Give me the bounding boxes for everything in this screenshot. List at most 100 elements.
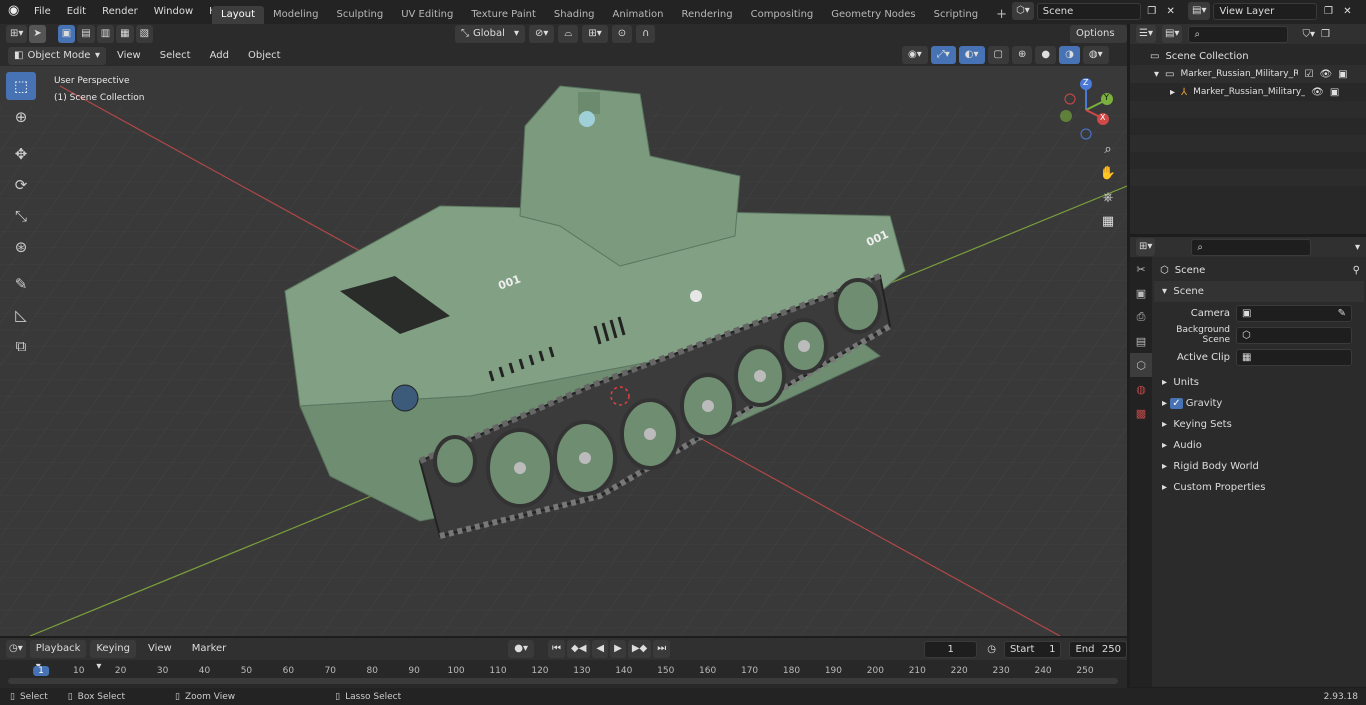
tab-scripting[interactable]: Scripting	[925, 6, 987, 24]
new-collection-icon[interactable]: ❐	[1321, 29, 1330, 40]
xray-icon[interactable]: ▢	[987, 46, 1009, 64]
camera-view-icon[interactable]: ⎈	[1098, 190, 1118, 214]
editor-type-icon[interactable]: ⊞▾	[6, 25, 28, 43]
outliner-root-row[interactable]: ▭ Scene Collection	[1130, 47, 1366, 65]
measure-tool-icon[interactable]: ◺	[6, 301, 36, 329]
falloff-icon[interactable]: ∩	[636, 25, 656, 43]
wireframe-shading-icon[interactable]: ⊕	[1011, 46, 1033, 64]
expand-chevron-icon[interactable]: ▸	[1170, 87, 1175, 98]
blender-logo-icon[interactable]: ◉	[8, 3, 24, 19]
select-tool-icon[interactable]: ➤	[29, 25, 46, 43]
timeline-scrollbar[interactable]	[8, 678, 1118, 684]
rotate-tool-icon[interactable]: ⟳	[6, 171, 36, 199]
material-shading-icon[interactable]: ◑	[1059, 46, 1080, 64]
scene-tab-icon[interactable]: ⬡	[1130, 353, 1152, 377]
delete-view-layer-icon[interactable]: ✕	[1339, 6, 1355, 17]
view-layer-tab-icon[interactable]: ▤	[1130, 329, 1152, 353]
options-dropdown[interactable]: Options ▾	[1070, 25, 1127, 57]
delete-scene-icon[interactable]: ✕	[1163, 6, 1179, 17]
viewport-menu-view[interactable]: View	[109, 46, 149, 66]
visibility-icon[interactable]: ◉▾	[902, 46, 928, 64]
overlay-icon[interactable]: ◐▾	[958, 46, 985, 64]
snap-icon[interactable]: ⌓	[558, 25, 579, 43]
display-mode-icon[interactable]: ▤▾	[1161, 25, 1183, 43]
gravity-checkbox[interactable]: ✓	[1170, 398, 1183, 409]
transform-orientation-dropdown[interactable]: ⤡ Global ▾	[455, 25, 525, 43]
tab-texture-paint[interactable]: Texture Paint	[462, 6, 545, 24]
tab-layout[interactable]: Layout	[212, 6, 264, 24]
select-subtract-icon[interactable]: ▥	[96, 25, 115, 43]
view-layer-field[interactable]: View Layer	[1213, 2, 1318, 20]
tab-geometry-nodes[interactable]: Geometry Nodes	[822, 6, 924, 24]
menu-window[interactable]: Window	[146, 2, 201, 22]
tab-uv-editing[interactable]: UV Editing	[392, 6, 462, 24]
tab-modeling[interactable]: Modeling	[264, 6, 328, 24]
pan-hand-icon[interactable]: ✋	[1098, 166, 1118, 190]
tab-animation[interactable]: Animation	[604, 6, 673, 24]
viewport-menu-select[interactable]: Select	[152, 46, 199, 66]
active-clip-field[interactable]: ▦	[1236, 348, 1352, 366]
menu-edit[interactable]: Edit	[59, 2, 94, 22]
camera-icon[interactable]: ▣	[1330, 87, 1339, 98]
units-panel-header[interactable]: ▸ Units	[1154, 372, 1364, 393]
select-intersect-icon[interactable]: ▧	[135, 25, 154, 43]
background-scene-field[interactable]: ⬡	[1236, 326, 1352, 344]
viewport-menu-add[interactable]: Add	[202, 46, 237, 66]
transform-tool-icon[interactable]: ⊛	[6, 233, 36, 261]
menu-render[interactable]: Render	[94, 2, 146, 22]
object-mode-dropdown[interactable]: ◧ Object Mode ▾	[8, 47, 106, 65]
eye-icon[interactable]: 👁	[1319, 69, 1332, 80]
viewport-menu-object[interactable]: Object	[240, 46, 289, 66]
filter-icon[interactable]: ⛉▾	[1302, 29, 1315, 40]
outliner-search-input[interactable]: ⌕	[1188, 25, 1289, 43]
tab-sculpting[interactable]: Sculpting	[328, 6, 393, 24]
select-box-tool-icon[interactable]: ⬚	[6, 72, 36, 100]
navigation-gizmo[interactable]: Z Y X	[1058, 74, 1118, 144]
pin-icon[interactable]: ⚲	[1353, 265, 1360, 276]
tab-compositing[interactable]: Compositing	[742, 6, 823, 24]
render-tab-icon[interactable]: ▣	[1130, 281, 1152, 305]
properties-search-input[interactable]: ⌕	[1191, 238, 1312, 256]
snap-target-icon[interactable]: ⊞▾	[582, 25, 608, 43]
gravity-panel-header[interactable]: ▸ ✓ Gravity	[1154, 393, 1364, 414]
new-scene-icon[interactable]: ❐	[1144, 6, 1160, 17]
zoom-icon[interactable]: ⌕	[1098, 142, 1118, 166]
chevron-down-icon[interactable]: ▾	[1355, 242, 1360, 253]
scene-icon[interactable]: ⬡▾	[1012, 2, 1034, 20]
custom-properties-panel-header[interactable]: ▸ Custom Properties	[1154, 477, 1364, 498]
pivot-point-icon[interactable]: ⊘▾	[529, 25, 555, 43]
tab-rendering[interactable]: Rendering	[673, 6, 742, 24]
new-view-layer-icon[interactable]: ❐	[1320, 6, 1336, 17]
select-extend-icon[interactable]: ▤	[77, 25, 95, 43]
proportional-edit-icon[interactable]: ⊙	[611, 25, 633, 43]
select-new-icon[interactable]: ▣	[57, 25, 76, 43]
camera-icon[interactable]: ▣	[1338, 69, 1347, 80]
tab-shading[interactable]: Shading	[545, 6, 604, 24]
texture-tab-icon[interactable]: ▩	[1130, 401, 1152, 425]
world-tab-icon[interactable]: ◍	[1130, 377, 1152, 401]
move-tool-icon[interactable]: ✥	[6, 140, 36, 168]
output-tab-icon[interactable]: ⎙	[1130, 305, 1152, 329]
rendered-shading-icon[interactable]: ◍▾	[1082, 46, 1109, 64]
select-invert-icon[interactable]: ▦	[116, 25, 134, 43]
annotate-tool-icon[interactable]: ✎	[6, 270, 36, 298]
properties-editor-icon[interactable]: ⊞▾	[1136, 238, 1156, 256]
audio-panel-header[interactable]: ▸ Audio	[1154, 435, 1364, 456]
gizmo-icon[interactable]: ⤢▾	[930, 46, 956, 64]
scene-panel-header[interactable]: ▾ Scene	[1154, 281, 1364, 302]
tool-tab-icon[interactable]: ✂	[1130, 257, 1152, 281]
checkbox-icon[interactable]: ☑	[1304, 69, 1313, 80]
keying-sets-panel-header[interactable]: ▸ Keying Sets	[1154, 414, 1364, 435]
add-cube-tool-icon[interactable]: ⧉	[6, 332, 36, 360]
menu-file[interactable]: File	[26, 2, 59, 22]
outliner-item[interactable]: ▾ ▭ Marker_Russian_Military_Rob ☑ 👁 ▣	[1130, 65, 1366, 83]
cursor-tool-icon[interactable]: ⊕	[6, 103, 36, 131]
rigid-body-world-panel-header[interactable]: ▸ Rigid Body World	[1154, 456, 1364, 477]
solid-shading-icon[interactable]: ●	[1035, 46, 1057, 64]
camera-field[interactable]: ▣ ✎	[1236, 304, 1352, 322]
scene-field[interactable]: Scene	[1036, 2, 1141, 20]
outliner-item[interactable]: ▸ ⅄ Marker_Russian_Military_ 👁 ▣	[1130, 83, 1366, 101]
view-layer-icon[interactable]: ▤▾	[1188, 2, 1211, 20]
3d-viewport[interactable]: 001 001 User Perspective (1) Scene Colle…	[0, 66, 1127, 636]
scale-tool-icon[interactable]: ⤡	[6, 202, 36, 230]
